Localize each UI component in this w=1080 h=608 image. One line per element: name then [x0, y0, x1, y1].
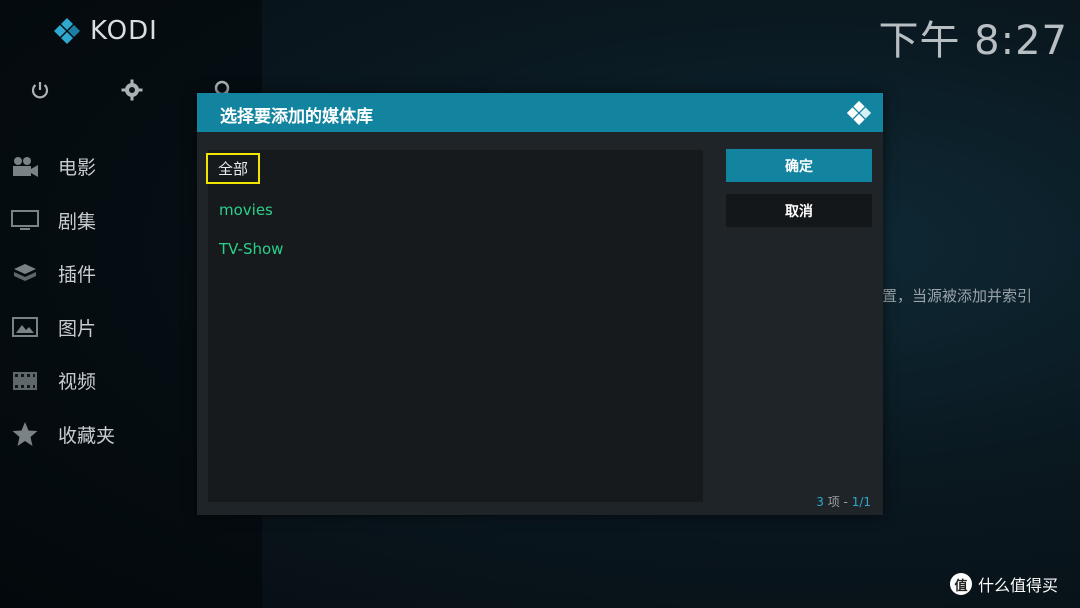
sidebar-item-pictures[interactable]: 图片 — [0, 301, 115, 355]
sidebar-item-label: 图片 — [58, 317, 97, 340]
addon-box-icon — [10, 261, 40, 287]
watermark-text: 什么值得买 — [978, 576, 1059, 595]
sidebar-item-videos[interactable]: 视频 — [0, 354, 115, 408]
star-icon — [10, 421, 40, 447]
item-count-unit: 项 - — [823, 495, 852, 509]
dialog-title: 选择要添加的媒体库 — [220, 107, 373, 127]
list-item-movies[interactable]: movies — [219, 201, 273, 219]
clock: 下午 8:27 — [878, 18, 1068, 64]
sidebar-item-label: 视频 — [58, 371, 97, 394]
list-item-tv-show[interactable]: TV-Show — [219, 240, 283, 258]
film-strip-icon — [10, 368, 40, 394]
ok-button[interactable]: 确定 — [726, 149, 872, 182]
watermark-badge: 值 — [950, 573, 972, 595]
sidebar-item-label: 电影 — [58, 157, 97, 180]
sidebar-item-label: 插件 — [58, 264, 97, 287]
sidebar-item-addons[interactable]: 插件 — [0, 247, 115, 301]
item-count-pager: 3 项 - 1/1 — [816, 493, 871, 510]
sidebar-item-label: 剧集 — [58, 210, 97, 233]
movie-camera-icon — [10, 154, 40, 180]
kodi-logo: KODI — [52, 16, 158, 46]
select-library-dialog: 选择要添加的媒体库 全部 movies TV-Show 确定 取消 3 项 - … — [197, 93, 883, 515]
kodi-logo-icon — [54, 18, 80, 44]
sidebar-item-tvshows[interactable]: 剧集 — [0, 194, 115, 248]
library-list: 全部 movies TV-Show — [205, 150, 703, 502]
page-indicator: 1/1 — [851, 495, 871, 509]
dialog-header: 选择要添加的媒体库 — [197, 93, 883, 132]
tv-icon — [10, 207, 40, 233]
kodi-logo-text: KODI — [90, 16, 158, 46]
sidebar-item-movies[interactable]: 电影 — [0, 140, 115, 194]
kodi-logo-icon — [845, 99, 873, 131]
cancel-button[interactable]: 取消 — [726, 194, 872, 227]
watermark: 值 什么值得买 — [950, 572, 1058, 596]
background-hint-text: 置，当源被添加并索引 — [882, 287, 1033, 305]
item-count: 3 — [816, 495, 824, 509]
gear-icon[interactable] — [118, 76, 146, 104]
picture-icon — [10, 314, 40, 340]
list-item-all[interactable]: 全部 — [205, 153, 261, 184]
sidebar-item-label: 收藏夹 — [58, 424, 116, 447]
main-menu: 电影 剧集 插件 图片 视频 收藏夹 — [0, 140, 115, 461]
power-icon[interactable] — [26, 76, 54, 104]
sidebar-item-favourites[interactable]: 收藏夹 — [0, 408, 115, 462]
